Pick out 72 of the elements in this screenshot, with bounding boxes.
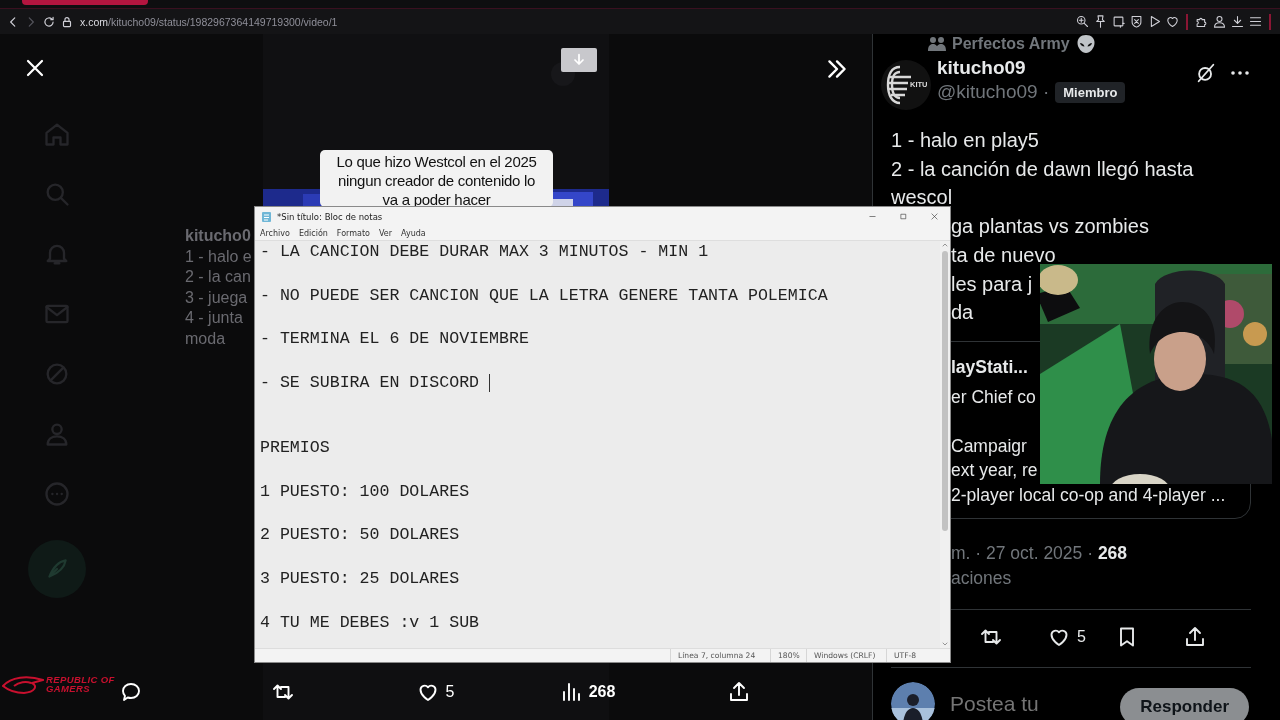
text-line: PREMIOS (260, 437, 330, 459)
notepad-icon (261, 210, 272, 223)
slash-circle-icon[interactable] (1195, 62, 1217, 84)
reply-field[interactable]: Postea tu (950, 691, 1090, 716)
post-metadata: m. · 27 oct. 2025 · 268 (950, 541, 1129, 565)
member-badge: Miembro (1055, 81, 1126, 103)
quoted-text-line: Campaigr (951, 434, 1027, 458)
user-handle: @kitucho09 · (937, 81, 1050, 103)
text-line: 1 PUESTO: 100 DOLARES (260, 480, 470, 503)
caret-up-icon[interactable] (941, 241, 949, 249)
display-name[interactable]: kitucho09 (937, 57, 1126, 79)
more-icon[interactable] (1231, 71, 1249, 75)
text-line: - NO PUEDE SER CANCION QUE LA LETRA GENERE TANTA POLEMICA (260, 284, 828, 307)
menu-item[interactable]: Ayuda (401, 228, 426, 238)
post-text-line: 3 - juega (185, 287, 249, 308)
post-text-line: 1 - halo e (185, 246, 252, 267)
close-icon (930, 212, 939, 221)
menu-item[interactable]: Archivo (260, 228, 290, 238)
menu-icon[interactable] (1248, 14, 1263, 29)
window-title: *Sin título: Bloc de notas (277, 211, 383, 222)
menu-item[interactable]: Edición (298, 228, 328, 238)
community-name[interactable]: Perfectos Army (952, 35, 1070, 53)
heart-button[interactable]: 5 (1047, 625, 1086, 650)
reply-icon[interactable] (119, 680, 143, 704)
address-bar[interactable]: x.com/kitucho09/status/1982967364149719300/video/1 (80, 15, 338, 28)
post-text-line: moda (185, 328, 227, 349)
screenshot-icon[interactable] (1111, 14, 1126, 29)
avatar (891, 681, 935, 720)
people-icon (928, 36, 946, 52)
quoted-text-line: 2-player local co-op and 4-player ... (951, 483, 1226, 507)
text-cursor (489, 373, 491, 392)
author-name: kitucho0 (185, 226, 252, 246)
down-arrow-icon (571, 52, 587, 68)
caret-down-icon[interactable] (941, 640, 949, 648)
post-text-line: 4 - junta (185, 308, 244, 328)
post-text-line: les para j (951, 271, 1033, 297)
quoted-text-line: er Chief co (951, 386, 1036, 410)
pin-icon[interactable] (1093, 14, 1108, 29)
post-text-line: da (951, 300, 974, 326)
heart-button[interactable]: 5 (415, 680, 455, 704)
lock-icon (60, 14, 74, 29)
quoted-author: layStati... (951, 355, 1028, 379)
bar-chart-button[interactable]: 268 (558, 680, 616, 704)
text-line: - SE SUBIRA EN DISCORD (260, 371, 480, 394)
maximize-icon (899, 212, 908, 221)
text-line: - LA CANCION DEBE DURAR MAX 3 MINUTOS - MIN 1 (260, 241, 709, 263)
share-icon[interactable] (727, 680, 751, 704)
text-line: - TERMINA EL 6 DE NOVIEMBRE (260, 328, 529, 350)
zoom-in-icon[interactable] (1075, 14, 1090, 29)
eye-logo-icon (2, 674, 44, 694)
logo-text: REPUBLIC OF GAMERS (46, 674, 115, 694)
post-text-line: wescol (891, 185, 954, 211)
post-metadata: aciones (950, 566, 1013, 590)
video-caption: Lo que hizo Westcol en el 2025 ningun creador de contenido lo va a poder hacer (320, 150, 553, 207)
reply-button[interactable]: Responder (1120, 687, 1249, 720)
menu-item[interactable]: Formato (336, 228, 370, 238)
reload-icon[interactable] (42, 14, 56, 29)
post-text-line: ga plantas vs zombies (951, 214, 1149, 240)
scrollbar[interactable] (940, 241, 950, 648)
text-line: 3 PUESTO: 25 DOLARES (260, 567, 460, 590)
text-line: 2 PUESTO: 50 DOLARES (260, 524, 460, 547)
heart-icon[interactable] (1165, 14, 1180, 29)
quoted-text-line: ext year, re (951, 459, 1038, 483)
post-text-line: 2 - la canción de dawn llegó hasta (891, 156, 1195, 182)
post-text-line: 2 - la can (185, 267, 252, 287)
shield-icon[interactable] (1129, 14, 1144, 29)
post-text-line: 1 - halo en play5 (891, 128, 1040, 153)
download-icon[interactable] (1230, 14, 1245, 29)
profile-icon[interactable] (1212, 14, 1227, 29)
post-text-line: ta de nuevo (951, 242, 1056, 268)
text-line: 4 TU ME DEBES :v 1 SUB (260, 611, 480, 634)
menu-item[interactable]: Ver (378, 228, 392, 238)
